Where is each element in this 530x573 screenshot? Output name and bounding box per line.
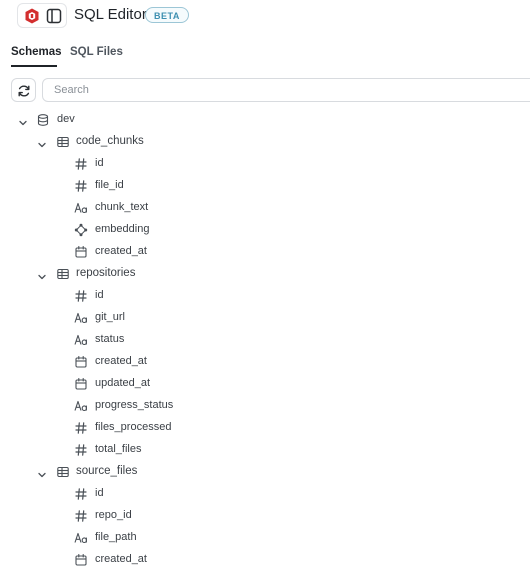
tree-column-label: file_id xyxy=(95,179,124,191)
calendar-icon xyxy=(74,355,88,369)
tree-column[interactable]: id xyxy=(0,154,530,174)
tree-column-label: id xyxy=(95,289,104,301)
tree-column[interactable]: chunk_text xyxy=(0,198,530,218)
chevron-down-icon[interactable] xyxy=(37,137,47,148)
hash-icon xyxy=(74,443,88,457)
table-icon xyxy=(56,267,70,281)
tree-database-label: dev xyxy=(57,113,75,125)
hash-icon xyxy=(74,157,88,171)
tree-column-label: files_processed xyxy=(95,421,172,433)
calendar-icon xyxy=(74,245,88,259)
tree-column[interactable]: repo_id xyxy=(0,506,530,526)
app-logo-icon xyxy=(25,8,39,24)
calendar-icon xyxy=(74,553,88,567)
tree-column-label: created_at xyxy=(95,553,147,565)
tree-column-label: git_url xyxy=(95,311,125,323)
tree-column[interactable]: created_at xyxy=(0,242,530,262)
tree-column[interactable]: file_path xyxy=(0,528,530,548)
tab-schemas[interactable]: Schemas xyxy=(11,46,62,58)
hash-icon xyxy=(74,179,88,193)
tree-database[interactable]: dev xyxy=(0,110,530,130)
tree-column[interactable]: id xyxy=(0,484,530,504)
beta-badge: BETA xyxy=(145,7,189,23)
chevron-down-icon[interactable] xyxy=(37,467,47,478)
tree-column[interactable]: status xyxy=(0,330,530,350)
search-input[interactable] xyxy=(42,78,530,102)
text-type-icon xyxy=(74,531,88,545)
refresh-icon xyxy=(18,85,30,97)
tree-column-label: status xyxy=(95,333,125,345)
tree-column-label: chunk_text xyxy=(95,201,149,213)
hash-icon xyxy=(74,289,88,303)
tree-column-label: id xyxy=(95,487,104,499)
table-icon xyxy=(56,135,70,149)
tree-column[interactable]: file_id xyxy=(0,176,530,196)
tree-column[interactable]: git_url xyxy=(0,308,530,328)
tree-column[interactable]: created_at xyxy=(0,550,530,570)
tree-column-label: created_at xyxy=(95,355,147,367)
app-logo-button[interactable] xyxy=(17,3,67,28)
tree-column[interactable]: progress_status xyxy=(0,396,530,416)
tree-column-label: total_files xyxy=(95,443,142,455)
chevron-down-icon[interactable] xyxy=(37,269,47,280)
tree-column-label: id xyxy=(95,157,104,169)
text-type-icon xyxy=(74,333,88,347)
tree-table[interactable]: source_files xyxy=(0,462,530,482)
sidebar-toggle-icon[interactable] xyxy=(45,7,63,25)
calendar-icon xyxy=(74,377,88,391)
tree-column-label: file_path xyxy=(95,531,137,543)
hash-icon xyxy=(74,421,88,435)
active-tab-indicator xyxy=(11,65,57,67)
table-icon xyxy=(56,465,70,479)
tree-column[interactable]: files_processed xyxy=(0,418,530,438)
tree-column-label: repo_id xyxy=(95,509,132,521)
vector-icon xyxy=(74,223,88,237)
tree-column-label: updated_at xyxy=(95,377,151,389)
tab-sql-files[interactable]: SQL Files xyxy=(70,46,123,58)
header: SQL Editor BETA xyxy=(0,0,530,34)
tree-table-label: source_files xyxy=(76,465,138,477)
schema-tabs: Schemas SQL Files xyxy=(0,44,530,68)
text-type-icon xyxy=(74,399,88,413)
tree-table-label: code_chunks xyxy=(76,135,144,147)
database-icon xyxy=(36,113,50,127)
tree-column[interactable]: updated_at xyxy=(0,374,530,394)
tree-table[interactable]: repositories xyxy=(0,264,530,284)
tree-table[interactable]: code_chunks xyxy=(0,132,530,152)
tree-column[interactable]: created_at xyxy=(0,352,530,372)
app-title: SQL Editor xyxy=(74,6,147,23)
tree-column[interactable]: total_files xyxy=(0,440,530,460)
tree-column[interactable]: id xyxy=(0,286,530,306)
tree-table-label: repositories xyxy=(76,267,136,279)
hash-icon xyxy=(74,509,88,523)
hash-icon xyxy=(74,487,88,501)
text-type-icon xyxy=(74,201,88,215)
tree-column-label: embedding xyxy=(95,223,150,235)
tree-column-label: progress_status xyxy=(95,399,174,411)
text-type-icon xyxy=(74,311,88,325)
chevron-down-icon[interactable] xyxy=(18,115,28,126)
tree-column[interactable]: embedding xyxy=(0,220,530,240)
tree-column-label: created_at xyxy=(95,245,147,257)
refresh-button[interactable] xyxy=(11,78,36,102)
